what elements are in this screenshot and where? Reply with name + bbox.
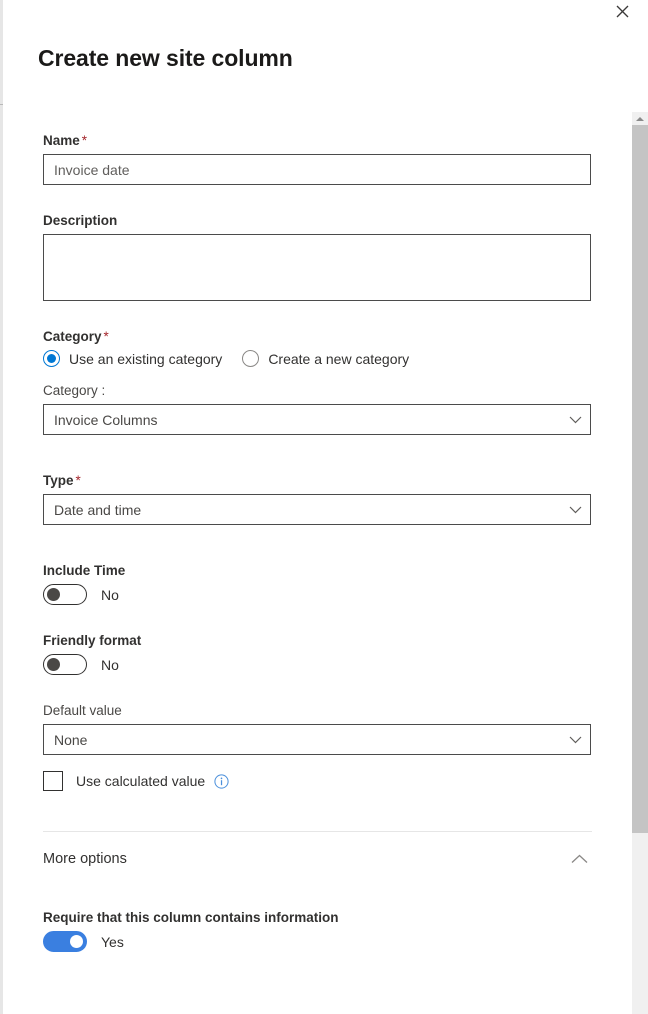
type-dropdown[interactable]: Date and time (43, 494, 591, 525)
more-options-divider (43, 831, 592, 832)
use-calculated-value-row: Use calculated value (43, 771, 632, 791)
category-required-marker: * (104, 329, 109, 344)
site-column-form: Name* Description Category* Use (0, 105, 632, 1012)
radio-use-existing-category[interactable]: Use an existing category (43, 350, 222, 367)
type-dropdown-value: Date and time (44, 502, 560, 518)
description-label: Description (43, 213, 632, 228)
radio-selected-icon (43, 350, 60, 367)
chevron-down-icon (560, 416, 590, 424)
type-required-marker: * (76, 473, 81, 488)
category-label: Category* (43, 329, 632, 344)
radio-create-new-category[interactable]: Create a new category (242, 350, 409, 367)
more-options-toggle[interactable]: More options (43, 846, 592, 872)
friendly-format-toggle-row: No (43, 654, 632, 675)
default-value-dropdown[interactable]: None (43, 724, 591, 755)
radio-use-existing-category-label: Use an existing category (69, 351, 222, 367)
close-icon (616, 5, 629, 18)
use-calculated-value-checkbox[interactable] (43, 771, 63, 791)
create-site-column-panel: Create new site column Name* Description (0, 0, 648, 1014)
info-icon[interactable] (214, 774, 229, 789)
name-label-text: Name (43, 133, 80, 148)
chevron-down-icon (560, 506, 590, 514)
field-name: Name* (43, 133, 632, 185)
default-value-dropdown-value: None (44, 732, 560, 748)
friendly-format-state: No (101, 657, 119, 673)
category-sub-label: Category : (43, 383, 632, 398)
description-textarea[interactable] (43, 234, 591, 301)
panel-scroll-region: Name* Description Category* Use (0, 105, 648, 1014)
field-include-time: Include Time No (43, 563, 632, 605)
radio-create-new-category-label: Create a new category (268, 351, 409, 367)
category-dropdown[interactable]: Invoice Columns (43, 404, 591, 435)
field-require-information: Require that this column contains inform… (43, 910, 632, 952)
field-description: Description (43, 213, 632, 301)
field-default-value: Default value None Use calculated value (43, 703, 632, 791)
include-time-label: Include Time (43, 563, 632, 578)
friendly-format-label: Friendly format (43, 633, 632, 648)
page-title: Create new site column (38, 45, 293, 72)
type-label-text: Type (43, 473, 74, 488)
field-type: Type* Date and time (43, 473, 632, 525)
scroll-up-arrow-icon[interactable] (632, 112, 648, 125)
radio-unselected-icon (242, 350, 259, 367)
require-information-toggle[interactable] (43, 931, 87, 952)
panel-scrollbar[interactable] (632, 112, 648, 1014)
category-label-text: Category (43, 329, 102, 344)
use-calculated-value-label: Use calculated value (76, 773, 205, 789)
close-panel-button[interactable] (607, 0, 637, 26)
name-label: Name* (43, 133, 632, 148)
require-information-toggle-row: Yes (43, 931, 632, 952)
field-friendly-format: Friendly format No (43, 633, 632, 675)
chevron-up-icon (566, 846, 592, 872)
name-required-marker: * (82, 133, 87, 148)
friendly-format-toggle[interactable] (43, 654, 87, 675)
include-time-toggle[interactable] (43, 584, 87, 605)
type-label: Type* (43, 473, 632, 488)
scrollbar-thumb[interactable] (632, 125, 648, 833)
chevron-down-icon (560, 736, 590, 744)
more-options-label: More options (43, 851, 127, 867)
require-information-state: Yes (101, 934, 124, 950)
field-category: Category* Use an existing category Creat… (43, 329, 632, 435)
category-radio-group: Use an existing category Create a new ca… (43, 350, 632, 367)
category-dropdown-value: Invoice Columns (44, 412, 560, 428)
name-input[interactable] (43, 154, 591, 185)
require-information-label: Require that this column contains inform… (43, 910, 632, 925)
default-value-label: Default value (43, 703, 632, 718)
include-time-toggle-row: No (43, 584, 632, 605)
include-time-state: No (101, 587, 119, 603)
